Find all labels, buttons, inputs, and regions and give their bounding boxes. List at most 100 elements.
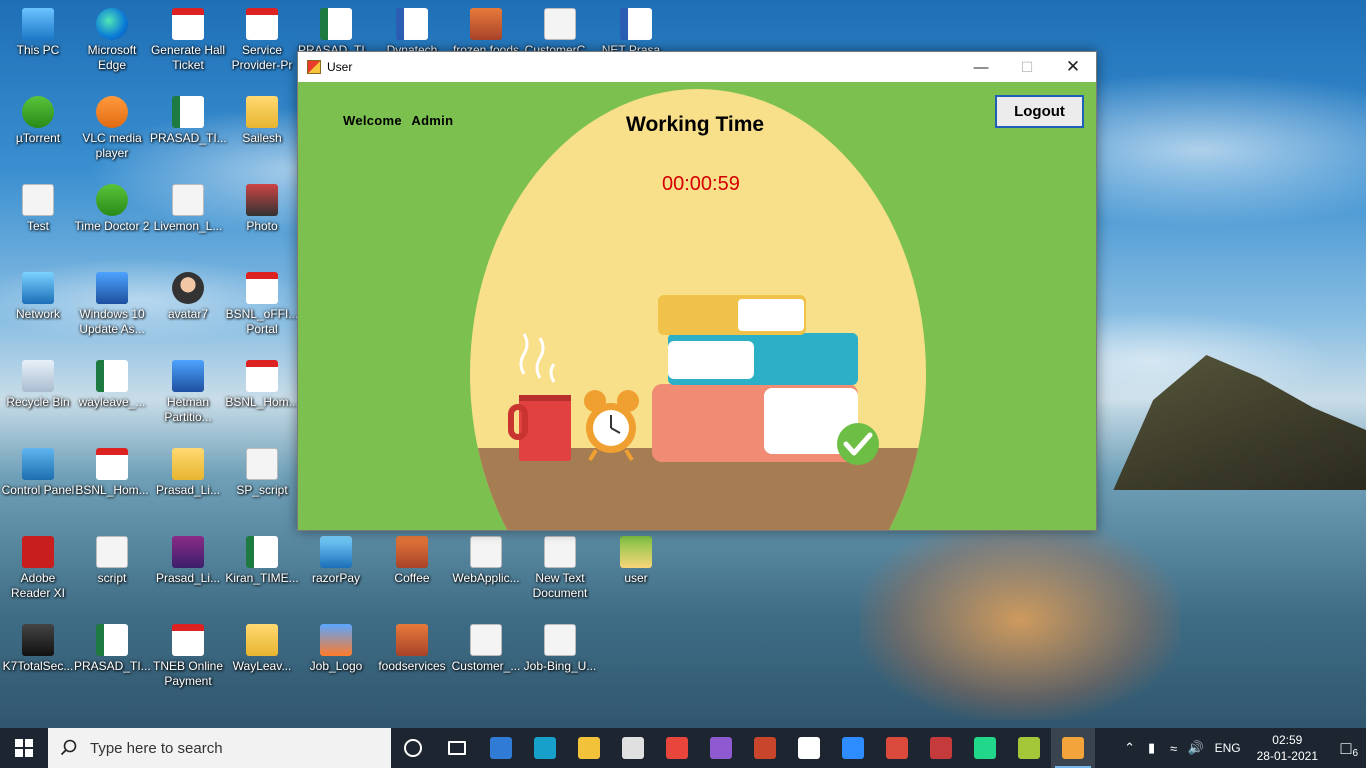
- desktop-icon[interactable]: Network: [0, 272, 76, 322]
- logout-button[interactable]: Logout: [995, 95, 1084, 128]
- desktop-icon[interactable]: Hetman Partitio...: [150, 360, 226, 425]
- taskbar-app-button[interactable]: [655, 728, 699, 768]
- excel-icon: [246, 536, 278, 568]
- minimize-icon: —: [973, 58, 989, 76]
- taskbar-app-button[interactable]: [479, 728, 523, 768]
- desktop-icon-label: New Text Document: [532, 571, 588, 600]
- desktop-icon-label: Coffee: [394, 571, 430, 585]
- user-window: User — ☐ ✕ Welcome Admin Working Time 00…: [297, 51, 1097, 531]
- maximize-icon: ☐: [1020, 58, 1034, 75]
- desktop-icon[interactable]: Recycle Bin: [0, 360, 76, 410]
- input-language[interactable]: ENG: [1215, 741, 1241, 755]
- desktop-icon-label: µTorrent: [15, 131, 61, 145]
- desktop-icon-label: BSNL_oFFI... Portal: [225, 307, 299, 336]
- adobe-icon: [22, 536, 54, 568]
- desktop-icon[interactable]: Coffee: [374, 536, 450, 586]
- minimize-button[interactable]: —: [958, 52, 1004, 82]
- desktop-icon[interactable]: Generate Hall Ticket: [150, 8, 226, 73]
- taskbar-app-button[interactable]: [963, 728, 1007, 768]
- taskbar-app-button[interactable]: [875, 728, 919, 768]
- desktop-icon[interactable]: µTorrent: [0, 96, 76, 146]
- desktop-icon[interactable]: Prasad_Li...: [150, 536, 226, 586]
- desktop-icon[interactable]: avatar7: [150, 272, 226, 322]
- search-icon: [60, 739, 77, 756]
- desktop-icon[interactable]: Photo: [224, 184, 300, 234]
- edge-icon: [534, 737, 556, 759]
- desktop-icon[interactable]: K7TotalSec...: [0, 624, 76, 674]
- taskbar-app-button[interactable]: [435, 728, 479, 768]
- desktop-icon[interactable]: WebApplic...: [448, 536, 524, 586]
- desktop-icon[interactable]: Sailesh: [224, 96, 300, 146]
- action-center-button[interactable]: □ 6: [1326, 728, 1366, 768]
- taskbar-clock[interactable]: 02:59 28-01-2021: [1257, 732, 1318, 764]
- desktop-icon[interactable]: foodservices: [374, 624, 450, 674]
- close-icon: ✕: [1065, 57, 1081, 76]
- welcome-label: Welcome: [343, 113, 402, 128]
- taskbar-app-button[interactable]: [611, 728, 655, 768]
- taskbar-app-button[interactable]: [567, 728, 611, 768]
- wifi-icon[interactable]: ≈: [1163, 741, 1185, 756]
- taskbar-search-box[interactable]: Type here to search: [48, 728, 391, 768]
- desktop-icon[interactable]: Control Panel: [0, 448, 76, 498]
- taskbar-app-button[interactable]: [1007, 728, 1051, 768]
- desktop-icon[interactable]: razorPay: [298, 536, 374, 586]
- maximize-button[interactable]: ☐: [1004, 52, 1050, 82]
- desktop-icon[interactable]: BSNL_Hom...: [74, 448, 150, 498]
- taskbar-app-button[interactable]: [699, 728, 743, 768]
- window-client-area: Welcome Admin Working Time 00:00:59 Logo…: [298, 82, 1096, 530]
- desktop-icon[interactable]: This PC: [0, 8, 76, 58]
- desktop-icon[interactable]: Prasad_Li...: [150, 448, 226, 498]
- desktop-icon[interactable]: Adobe Reader XI: [0, 536, 76, 601]
- image-icon: [470, 8, 502, 40]
- desktop-icon[interactable]: TNEB Online Payment: [150, 624, 226, 689]
- desktop-icon[interactable]: Windows 10 Update As...: [74, 272, 150, 337]
- desktop-icon-label: foodservices: [378, 659, 446, 673]
- desktop-icon[interactable]: Job-Bing_U...: [522, 624, 598, 674]
- taskbar-app-button[interactable]: [743, 728, 787, 768]
- taskbar-app-button[interactable]: [523, 728, 567, 768]
- desktop-icon[interactable]: VLC media player: [74, 96, 150, 161]
- photo-icon: [246, 184, 278, 216]
- desktop-icon[interactable]: New Text Document: [522, 536, 598, 601]
- taskbar-app-button[interactable]: [391, 728, 435, 768]
- close-button[interactable]: ✕: [1050, 52, 1096, 82]
- desktop-icon-label: TNEB Online Payment: [152, 659, 224, 688]
- text-file-icon: [22, 184, 54, 216]
- image-icon: [320, 536, 352, 568]
- desktop-icon[interactable]: Customer_...: [448, 624, 524, 674]
- taskbar-app-button[interactable]: [831, 728, 875, 768]
- notification-count: 6: [1352, 748, 1358, 759]
- desktop-icon-label: VLC media player: [82, 131, 142, 160]
- desktop-icon[interactable]: PRASAD_TI...: [74, 624, 151, 674]
- desktop-icon[interactable]: Time Doctor 2: [74, 184, 150, 234]
- taskbar-app-button[interactable]: [919, 728, 963, 768]
- desktop-icon[interactable]: BSNL_Hom...: [224, 360, 300, 410]
- start-button[interactable]: [0, 728, 48, 768]
- desktop-icon[interactable]: Service Provider-Pr: [224, 8, 300, 73]
- desktop-icon[interactable]: script: [74, 536, 150, 586]
- k7-icon: [22, 624, 54, 656]
- window-titlebar[interactable]: User — ☐ ✕: [298, 52, 1096, 82]
- image-icon: [396, 536, 428, 568]
- desktop-icon[interactable]: Livemon_L...: [150, 184, 226, 234]
- desktop-icon[interactable]: Job_Logo: [298, 624, 374, 674]
- pdf-icon: [246, 360, 278, 392]
- desktop-icon-label: Microsoft Edge: [87, 43, 137, 72]
- desktop-icon[interactable]: PRASAD_TI...: [150, 96, 227, 146]
- desktop-icon[interactable]: WayLeav...: [224, 624, 300, 674]
- desktop-icon[interactable]: Microsoft Edge: [74, 8, 150, 73]
- desktop-icon[interactable]: user: [598, 536, 674, 586]
- taskbar-app-button[interactable]: [1051, 728, 1095, 768]
- desktop-icon[interactable]: SP_script: [224, 448, 300, 498]
- desktop-icon[interactable]: BSNL_oFFI... Portal: [224, 272, 300, 337]
- chrome-icon: [666, 737, 688, 759]
- desktop-icon-label: BSNL_Hom...: [75, 483, 149, 497]
- desktop-icon[interactable]: Test: [0, 184, 76, 234]
- chevron-up-icon[interactable]: ⌃: [1119, 740, 1141, 756]
- desktop-icon[interactable]: wayleave_...: [74, 360, 150, 410]
- battery-icon[interactable]: ▮: [1141, 740, 1163, 756]
- taskbar-app-button[interactable]: [787, 728, 831, 768]
- desktop-icon[interactable]: Kiran_TIME...: [224, 536, 300, 586]
- volume-icon[interactable]: 🔊: [1185, 740, 1207, 756]
- text-file-icon: [470, 624, 502, 656]
